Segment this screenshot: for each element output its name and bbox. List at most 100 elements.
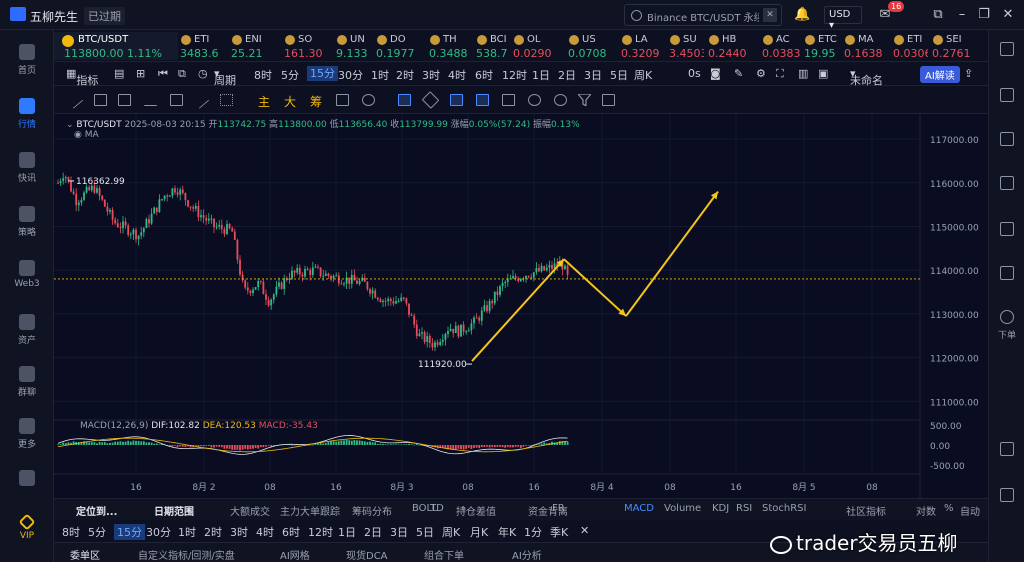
chevron-right-icon[interactable]: › [462, 503, 466, 514]
bottom-timeframe-5日[interactable]: 5日 [416, 524, 434, 540]
ticker-item[interactable]: TH 0.3488 [429, 32, 472, 60]
camera-icon[interactable]: ◙ [710, 67, 721, 80]
indicator-Volume[interactable]: Volume [664, 503, 701, 514]
timeframe-30分[interactable]: 30分 [338, 67, 363, 83]
ticker-item[interactable]: BTC/USDT 113800.00 1.11% [54, 32, 178, 60]
ticker-item[interactable]: ETI 3483.6 [180, 32, 227, 60]
bottom-timeframe-2日[interactable]: 2日 [364, 524, 382, 540]
bottom-timeframe-季K[interactable]: 季K [550, 524, 568, 540]
indicator-FR[interactable]: FR [552, 503, 565, 514]
minimize-icon[interactable]: – [954, 7, 970, 23]
ticker-item[interactable]: HB 0.2440 [708, 32, 758, 60]
indicator-主力大单跟踪[interactable]: 主力大单跟踪 [280, 503, 340, 518]
bottom-timeframe-周K[interactable]: 周K [442, 524, 460, 540]
panel-icon[interactable] [1000, 442, 1014, 456]
sidebar-item-phone[interactable] [0, 470, 54, 489]
ticker-item[interactable]: SO 161.30 [284, 32, 332, 60]
magnet-tool-icon[interactable] [398, 94, 411, 106]
compare-icon[interactable]: ⧉ [178, 67, 186, 81]
ticker-item[interactable]: SU 3.4503 [669, 32, 704, 60]
chart-bar-icon[interactable]: ▥ [798, 67, 808, 80]
log-scale-button[interactable]: 对数 [916, 503, 936, 518]
timeframe-1日[interactable]: 1日 [532, 67, 550, 83]
bottom-timeframe-3时[interactable]: 3时 [230, 524, 248, 540]
candle-style-icon[interactable]: ▤ [114, 67, 124, 80]
ticker-item[interactable]: UN 9.133 [336, 32, 372, 60]
ticker-item[interactable]: ETC 19.95 [804, 32, 840, 60]
sidebar-item-home[interactable]: 首页 [0, 44, 54, 76]
collapse-icon[interactable]: ⌄ [66, 120, 74, 130]
bottom-tab[interactable]: 现货DCA [346, 547, 388, 562]
chips-button[interactable]: 筹 [310, 93, 322, 110]
more-tools-icon[interactable] [220, 94, 233, 106]
timeframe-3时[interactable]: 3时 [422, 67, 440, 83]
sidebar-item-strategy[interactable]: 策略 [0, 206, 54, 238]
sidebar-item-news[interactable]: 快讯 [0, 152, 54, 184]
pen-icon[interactable]: ✎ [734, 67, 743, 80]
ticker-item[interactable]: AC 0.0383 [762, 32, 800, 60]
bottom-tab[interactable]: 组合下单 [424, 547, 464, 562]
ticker-item[interactable]: OL 0.0290 [513, 32, 564, 60]
hide-tool-icon[interactable] [554, 94, 567, 106]
indicator-大额成交[interactable]: 大额成交 [230, 503, 270, 518]
sidebar-item-vip[interactable]: VIP [0, 513, 54, 541]
bottom-timeframe-3日[interactable]: 3日 [390, 524, 408, 540]
percent-scale-button[interactable]: % [944, 503, 954, 514]
edit-icon[interactable] [336, 94, 349, 106]
fullscreen-icon[interactable]: ⛶ [776, 67, 784, 81]
rectangle-tool-icon[interactable] [170, 94, 183, 106]
sidebar-item-chat[interactable]: 群聊 [0, 366, 54, 398]
settings-list-icon[interactable] [1000, 176, 1014, 190]
snapshot-icon[interactable] [362, 94, 375, 106]
settings-icon[interactable]: ⚙ [756, 67, 766, 80]
timeframe-1时[interactable]: 1时 [371, 67, 389, 83]
ticker-item[interactable]: ENI 25.21 [231, 32, 280, 60]
measure-tool-icon[interactable] [450, 94, 463, 106]
timeframe-6时[interactable]: 6时 [475, 67, 493, 83]
eye-icon[interactable]: ◉ [74, 130, 82, 140]
trash-icon[interactable] [602, 94, 615, 106]
ticker-item[interactable]: BCI 538.7 [476, 32, 509, 60]
timeframe-12时[interactable]: 12时 [502, 67, 527, 83]
filter-icon[interactable] [576, 93, 593, 108]
date-range-button[interactable]: 日期范围 [154, 503, 194, 518]
ai-interpret-button[interactable]: AI解读 [920, 66, 960, 83]
period-button[interactable]: 周期 ▾ [214, 67, 236, 87]
clipboard-icon[interactable] [1000, 132, 1014, 146]
timeframe-4时[interactable]: 4时 [448, 67, 466, 83]
ray-tool-icon[interactable] [191, 91, 210, 109]
timeframe-5日[interactable]: 5日 [610, 67, 628, 83]
indicator-TD[interactable]: TD [430, 503, 444, 514]
chart-canvas[interactable]: 117000.00 116000.00 115000.00 114000.00 1130… [54, 114, 988, 498]
close-icon[interactable]: ✕ [1000, 7, 1016, 23]
indicator-筹码分布[interactable]: 筹码分布 [352, 503, 392, 518]
timeframe-15分[interactable]: 15分 [307, 66, 338, 81]
bottom-timeframe-12时[interactable]: 12时 [308, 524, 333, 540]
timeframe-2时[interactable]: 2时 [396, 67, 414, 83]
bell-icon[interactable]: 🔔 [794, 7, 810, 23]
bottom-timeframe-6时[interactable]: 6时 [282, 524, 300, 540]
ma-indicator-label[interactable]: ◉ MA [74, 130, 99, 140]
timeframe-3日[interactable]: 3日 [584, 67, 602, 83]
timer-icon[interactable]: ◷ [198, 67, 208, 80]
sidebar-item-market[interactable]: 行情 [0, 98, 54, 130]
bottom-tab[interactable]: AI网格 [280, 547, 310, 562]
bottom-timeframe-1日[interactable]: 1日 [338, 524, 356, 540]
list-icon[interactable] [1000, 42, 1014, 56]
close-icon[interactable]: ✕ [580, 524, 589, 537]
ticker-item[interactable]: DO 0.1977 [376, 32, 425, 60]
indicator-button[interactable]: ▦ 指标 [66, 67, 98, 87]
rewind-icon[interactable]: ⏮ [158, 67, 168, 81]
bottom-tab[interactable]: 委单区 [70, 547, 100, 562]
bottom-timeframe-15分[interactable]: 15分 [114, 524, 145, 540]
ticker-item[interactable]: ETI 0.0306 [893, 32, 928, 60]
bottom-tab[interactable]: AI分析 [512, 547, 542, 562]
search-input[interactable]: Binance BTC/USDT 永续 ✕ [624, 4, 782, 26]
channel-tool-icon[interactable] [94, 94, 107, 106]
share-icon[interactable]: ⇪ [964, 67, 973, 80]
indicator-RSI[interactable]: RSI [736, 503, 752, 514]
trendline-tool-icon[interactable] [65, 91, 84, 109]
restore-icon[interactable]: ❐ [976, 7, 992, 23]
bottom-tab[interactable]: 自定义指标/回测/实盘 [138, 547, 235, 562]
ticker-item[interactable]: MA 0.1638 [844, 32, 889, 60]
